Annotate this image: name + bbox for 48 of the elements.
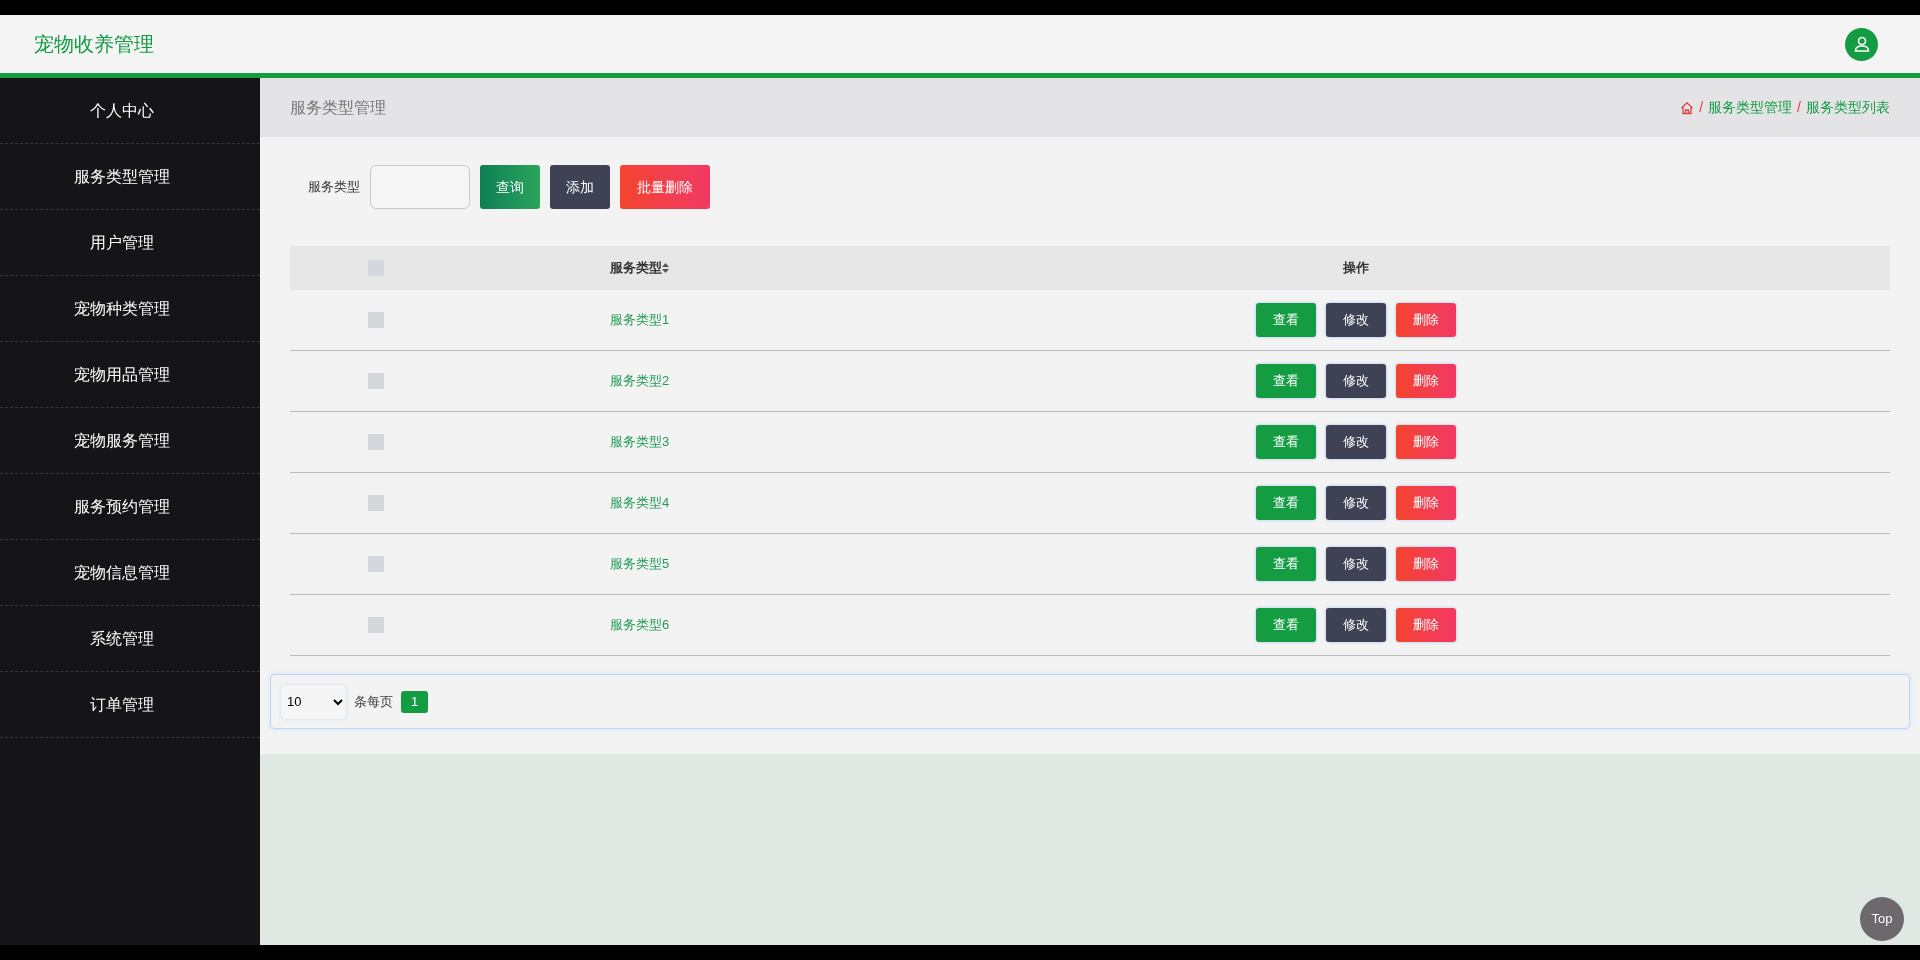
edit-button[interactable]: 修改 [1326,547,1386,581]
table-cell: 服务类型3 [610,434,670,450]
query-button[interactable]: 查询 [480,165,540,209]
checkbox[interactable] [368,556,384,572]
page-size-select[interactable]: 10 [281,684,346,719]
page-size-label: 条每页 [354,692,393,711]
table-cell: 服务类型4 [610,495,670,511]
page-button[interactable]: 1 [401,690,428,713]
view-button[interactable]: 查看 [1256,547,1316,581]
table-cell: 服务类型6 [610,617,670,633]
delete-button[interactable]: 删除 [1396,425,1456,459]
filter-label: 服务类型 [308,178,360,197]
checkbox[interactable] [368,495,384,511]
delete-button[interactable]: 删除 [1396,608,1456,642]
edit-button[interactable]: 修改 [1326,608,1386,642]
home-icon[interactable] [1680,100,1695,115]
back-to-top-button[interactable]: Top [1860,897,1904,941]
view-button[interactable]: 查看 [1256,364,1316,398]
checkbox[interactable] [368,617,384,633]
table-cell: 服务类型5 [610,556,670,572]
table-cell: 服务类型1 [610,312,670,328]
delete-button[interactable]: 删除 [1396,486,1456,520]
view-button[interactable]: 查看 [1256,425,1316,459]
view-button[interactable]: 查看 [1256,303,1316,337]
add-button[interactable]: 添加 [550,165,610,209]
column-header: 操作 [1343,259,1369,278]
table-cell: 服务类型2 [610,373,670,389]
sort-icon[interactable] [662,263,669,273]
app-title: 宠物收养管理 [34,32,154,57]
user-avatar-icon[interactable] [1845,27,1878,61]
delete-button[interactable]: 删除 [1396,303,1456,337]
column-header[interactable]: 服务类型 [610,258,662,278]
edit-button[interactable]: 修改 [1326,364,1386,398]
checkbox[interactable] [368,434,384,450]
checkbox[interactable] [368,373,384,389]
batch-delete-button[interactable]: 批量删除 [620,165,710,209]
page-title: 服务类型管理 [290,97,386,118]
edit-button[interactable]: 修改 [1326,425,1386,459]
edit-button[interactable]: 修改 [1326,303,1386,337]
checkbox[interactable] [368,312,384,328]
view-button[interactable]: 查看 [1256,608,1316,642]
search-field[interactable] [370,165,470,209]
view-button[interactable]: 查看 [1256,486,1316,520]
breadcrumb-separator: / [1699,98,1704,117]
breadcrumb-separator: / [1797,98,1801,117]
delete-button[interactable]: 删除 [1396,364,1456,398]
edit-button[interactable]: 修改 [1326,486,1386,520]
delete-button[interactable]: 删除 [1396,547,1456,581]
